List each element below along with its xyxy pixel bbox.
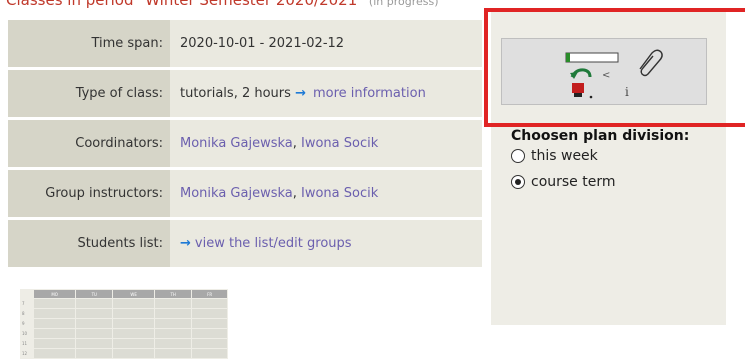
instructors-row: Group instructors: Monika Gajewska, Iwon…	[8, 170, 482, 217]
instructors-cell: Monika Gajewska, Iwona Socik	[170, 170, 482, 217]
instructors-label: Group instructors:	[8, 170, 170, 217]
schedule-day: TH	[154, 289, 193, 299]
period-title: Classes in period "Winter Semester 2020/…	[6, 0, 365, 9]
instructor-link[interactable]: Monika Gajewska	[180, 186, 293, 201]
more-information-link[interactable]: more information	[313, 86, 426, 101]
schedule-day: WE	[112, 289, 156, 299]
schedule-day: MO	[32, 289, 77, 299]
page-title: Classes in period "Winter Semester 2020/…	[6, 0, 439, 9]
class-info-table: Time span: 2020-10-01 - 2021-02-12 Type …	[8, 17, 482, 270]
class-type-value: tutorials, 2 hours	[180, 86, 291, 101]
schedule-row: 9	[20, 318, 228, 329]
students-row: Students list: → view the list/edit group…	[8, 220, 482, 267]
schedule-day: TU	[75, 289, 114, 299]
schedule-hour: 8	[20, 308, 34, 319]
schedule-thumbnail[interactable]: MO TU WE TH FR 7 8 9 10 11 12	[20, 289, 228, 359]
class-type-cell: tutorials, 2 hours → more information	[170, 70, 482, 117]
radio-button-selected[interactable]	[511, 175, 525, 189]
students-cell: → view the list/edit groups	[170, 220, 482, 267]
coordinator-link[interactable]: Monika Gajewska	[180, 136, 293, 151]
schedule-hour: 11	[20, 338, 34, 349]
plan-division-title: Choosen plan division:	[511, 128, 690, 144]
coordinators-row: Coordinators: Monika Gajewska, Iwona Soc…	[8, 120, 482, 167]
schedule-hour: 12	[20, 348, 34, 359]
radio-label: this week	[531, 148, 598, 164]
schedule-hour: 7	[20, 298, 34, 309]
schedule-row: 7	[20, 298, 228, 309]
schedule-row: 12	[20, 348, 228, 359]
radio-this-week[interactable]: this week	[511, 148, 598, 164]
coordinators-cell: Monika Gajewska, Iwona Socik	[170, 120, 482, 167]
schedule-row: 8	[20, 308, 228, 319]
radio-label: course term	[531, 174, 616, 190]
schedule-header-row: MO TU WE TH FR	[20, 289, 228, 299]
time-span-row: Time span: 2020-10-01 - 2021-02-12	[8, 20, 482, 67]
schedule-hour: 9	[20, 318, 34, 329]
time-span-value: 2020-10-01 - 2021-02-12	[170, 20, 482, 67]
schedule-row: 10	[20, 328, 228, 339]
arrow-right-icon: →	[180, 236, 191, 251]
schedule-day: FR	[191, 289, 228, 299]
radio-course-term[interactable]: course term	[511, 174, 616, 190]
class-type-row: Type of class: tutorials, 2 hours → more …	[8, 70, 482, 117]
radio-button[interactable]	[511, 149, 525, 163]
coordinator-link[interactable]: Iwona Socik	[301, 136, 378, 151]
highlight-frame	[484, 8, 745, 127]
class-type-label: Type of class:	[8, 70, 170, 117]
time-span-label: Time span:	[8, 20, 170, 67]
schedule-hour: 10	[20, 328, 34, 339]
schedule-row: 11	[20, 338, 228, 349]
period-status: (in progress)	[368, 0, 439, 8]
instructor-link[interactable]: Iwona Socik	[301, 186, 378, 201]
students-list-link[interactable]: view the list/edit groups	[195, 236, 352, 251]
coordinators-label: Coordinators:	[8, 120, 170, 167]
arrow-right-icon: →	[295, 86, 306, 101]
students-label: Students list:	[8, 220, 170, 267]
schedule-corner	[20, 289, 34, 299]
